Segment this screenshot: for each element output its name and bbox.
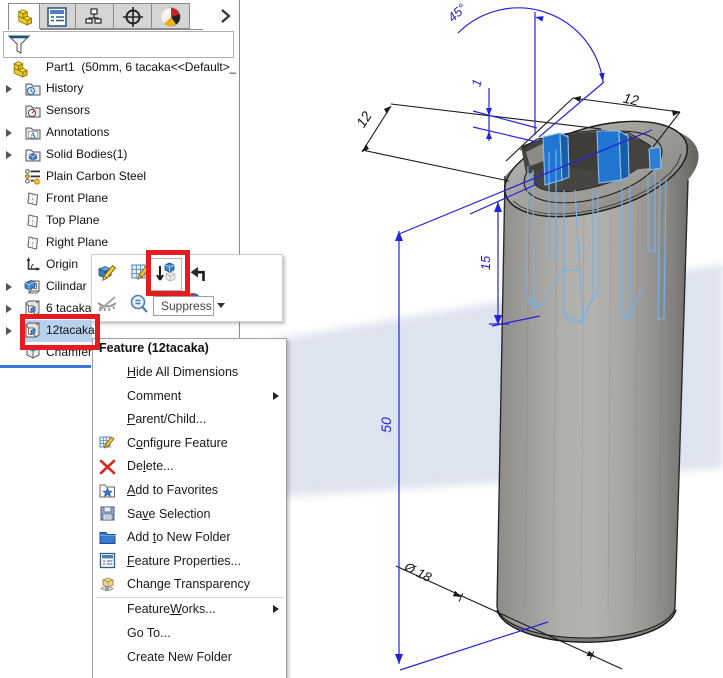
svg-text:12: 12 [622, 90, 641, 109]
svg-text:15: 15 [478, 255, 493, 270]
svg-text:1: 1 [468, 77, 484, 88]
svg-text:45°: 45° [445, 1, 470, 25]
svg-text:50: 50 [378, 417, 394, 433]
svg-text:12: 12 [353, 108, 375, 130]
svg-text:A: A [30, 131, 36, 140]
